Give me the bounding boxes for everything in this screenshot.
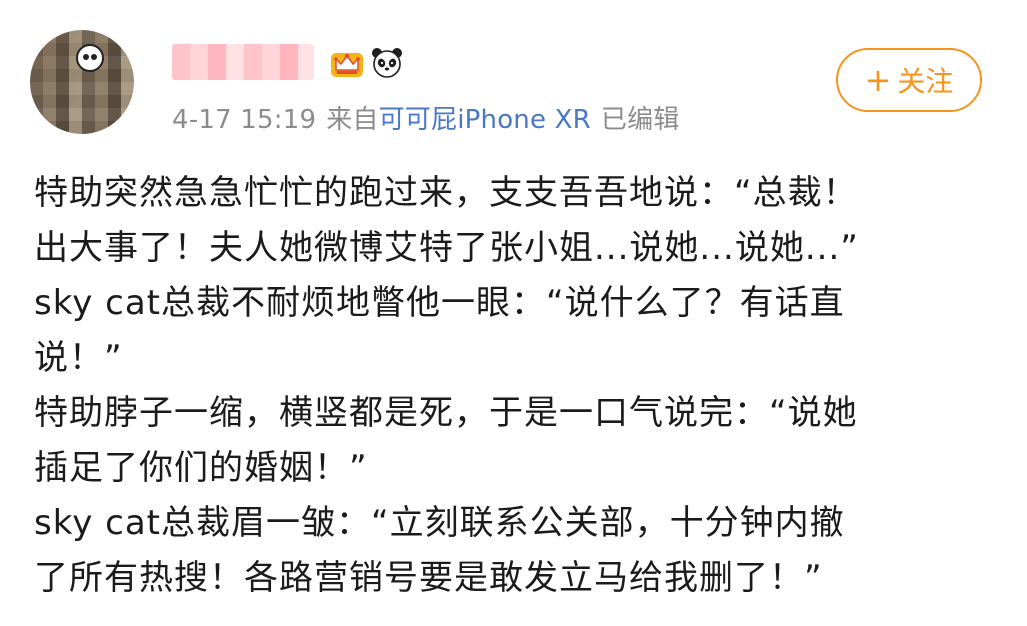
post-line: 特助脖子一缩，横竖都是死，于是一口气说完：“说她 [34,393,858,433]
post-line: 说！” [34,338,123,378]
follow-label: 关注 [897,65,954,98]
crown-icon[interactable] [329,47,365,79]
post-line: sky cat总裁不耐烦地瞥他一眼：“说什么了？有话直 [34,283,845,323]
post-line: 插足了你们的婚姻！” [34,448,368,488]
source-prefix: 来自 [326,105,379,135]
post-timestamp: 4-17 15:19 [172,105,317,135]
avatar[interactable] [30,30,134,134]
edited-label[interactable]: 已编辑 [601,105,680,135]
panda-icon [372,48,402,78]
post-text: 特助突然急急忙忙的跑过来，支支吾吾地说：“总裁！ 出大事了！夫人她微博艾特了张小… [34,166,1009,606]
post-line: 特助突然急急忙忙的跑过来，支支吾吾地说：“总裁！ [34,173,858,213]
plus-icon: + [864,61,892,99]
source-device-link[interactable]: 可可屁iPhone XR [379,105,591,135]
post-line: 了所有热搜！各路营销号要是敢发立马给我删了！” [34,558,823,598]
post-line: 出大事了！夫人她微博艾特了张小姐...说她...说她...” [34,228,859,268]
follow-button[interactable]: + 关注 [836,48,982,112]
post-meta: 4-17 15:19 来自可可屁iPhone XR 已编辑 [172,102,680,138]
panda-badge-icon [76,44,104,72]
username-obscured[interactable] [172,44,314,80]
post-line: sky cat总裁眉一皱：“立刻联系公关部，十分钟内撤 [34,503,845,543]
